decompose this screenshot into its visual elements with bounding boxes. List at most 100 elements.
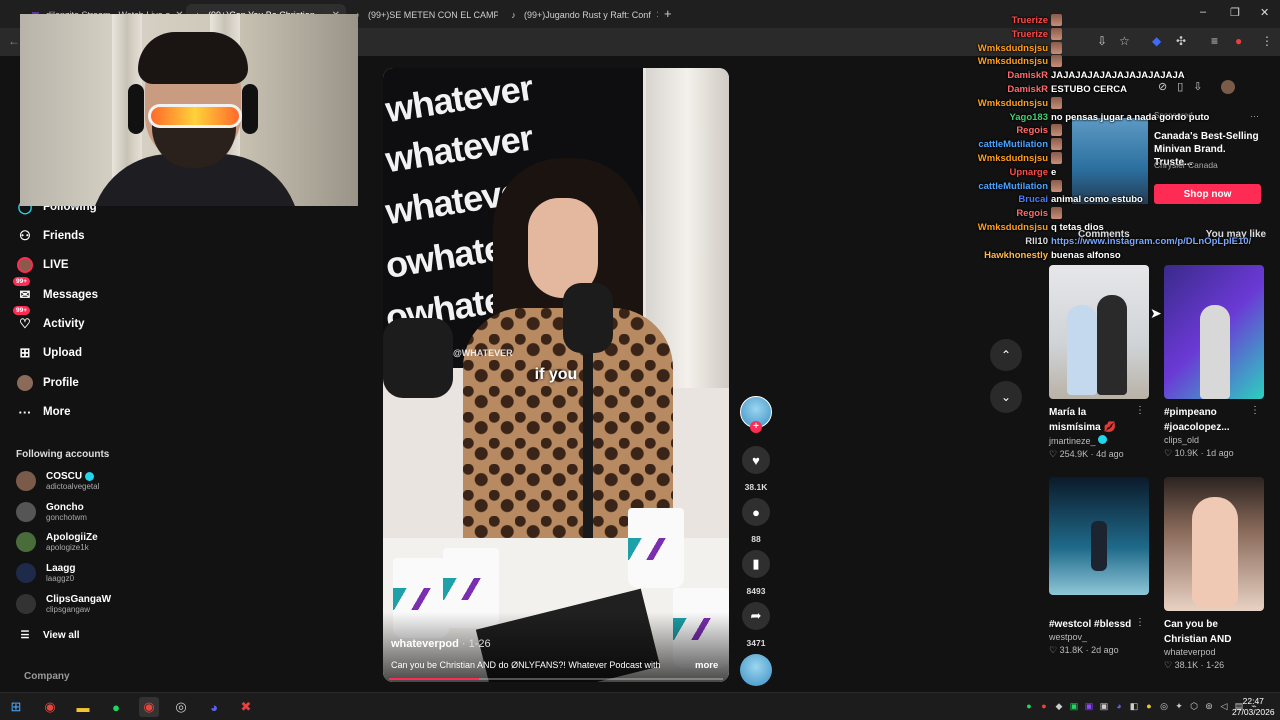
spotify-icon[interactable]: ● <box>106 697 126 717</box>
profile-avatar-icon[interactable]: ● <box>1235 34 1242 48</box>
progress-bar[interactable] <box>389 678 723 680</box>
video-thumbnail[interactable] <box>1049 265 1149 399</box>
file-explorer-icon[interactable]: ▬ <box>73 697 93 717</box>
tray-icon[interactable]: ▣ <box>1099 701 1109 711</box>
user-avatar-icon[interactable] <box>1220 80 1235 94</box>
chat-username[interactable]: Wmksdudnsjsu <box>960 55 1051 68</box>
ad-thumbnail[interactable] <box>1072 118 1148 204</box>
chat-username[interactable]: Truerize <box>960 28 1051 41</box>
chat-username[interactable]: Hawkhonestly <box>960 249 1051 262</box>
tray-icon[interactable]: ◧ <box>1129 701 1139 711</box>
wifi-icon[interactable]: ⊚ <box>1204 701 1214 711</box>
minimize-button[interactable]: – <box>1200 6 1206 18</box>
followed-account-clipsgangaw[interactable]: ClipsGangaW clipsgangaw <box>16 594 111 614</box>
follow-plus-icon[interactable]: + <box>750 421 762 433</box>
more-button[interactable]: more <box>695 660 718 671</box>
followed-account-apologiize[interactable]: ApologiiZe apologize1k <box>16 532 98 552</box>
chat-username[interactable]: cattleMutilation <box>960 138 1051 151</box>
chat-username[interactable]: cattleMutilation <box>960 180 1051 193</box>
bookmark-star-icon[interactable]: ☆ <box>1119 34 1130 48</box>
chrome-active-icon[interactable]: ◉ <box>139 697 159 717</box>
discord-icon[interactable]: ◕ <box>204 697 224 717</box>
extension-shield-icon[interactable]: ◆ <box>1152 34 1161 48</box>
volume-icon[interactable]: ◁ <box>1219 701 1229 711</box>
recommended-video-card[interactable]: #westcol #blessd ⋮ westpov_ ♡ 31.8K · 2d… <box>1049 477 1149 656</box>
chat-username[interactable]: Truerize <box>960 14 1051 27</box>
tray-icon[interactable]: ◆ <box>1054 701 1064 711</box>
followed-account-goncho[interactable]: Goncho gonchotwm <box>16 502 87 522</box>
chat-username[interactable]: Yago183 <box>960 111 1051 124</box>
card-options-icon[interactable]: ⋮ <box>1135 405 1145 416</box>
install-icon[interactable]: ⇩ <box>1097 34 1107 48</box>
sidebar-item-live[interactable]: LIVE <box>16 256 69 274</box>
spotify-tray-icon[interactable]: ● <box>1024 701 1034 711</box>
recommended-video-card[interactable]: #pimpeano #joacolopez... ⋮ clips_old ♡ 1… <box>1164 265 1264 459</box>
chat-username[interactable]: Regois <box>960 207 1051 220</box>
sidebar-item-upload[interactable]: ⊞ Upload <box>16 344 82 362</box>
view-all-button[interactable]: ☰ View all <box>16 626 80 644</box>
chat-username[interactable]: Brucai <box>960 193 1051 206</box>
tray-icon[interactable]: ● <box>1039 701 1049 711</box>
next-video-button[interactable]: ⌄ <box>990 381 1022 413</box>
save-button[interactable]: ▮ <box>742 550 770 578</box>
video-thumbnail[interactable] <box>1164 477 1264 611</box>
sidebar-item-friends[interactable]: ⚇ Friends <box>16 227 84 245</box>
video-player[interactable]: whatever whatever whatever owhatever owh… <box>383 68 729 682</box>
video-author[interactable]: whateverpod · 1-26 <box>391 638 491 650</box>
like-button[interactable]: ♥ <box>742 446 770 474</box>
chat-username[interactable]: Wmksdudnsjsu <box>960 152 1051 165</box>
chrome-icon[interactable]: ◉ <box>40 697 60 717</box>
extensions-puzzle-icon[interactable]: ✣ <box>1176 34 1186 48</box>
sidebar-item-activity[interactable]: ♡ 99+ Activity <box>13 306 85 333</box>
recommended-video-card[interactable]: María la mismísima 💋 ⋮ jmartineze_ ♡ 254… <box>1049 265 1149 460</box>
tray-icon[interactable]: ● <box>1144 701 1154 711</box>
close-window-button[interactable]: ✕ <box>1260 6 1269 19</box>
chat-username[interactable]: Rll10 <box>960 235 1051 248</box>
comment-button[interactable]: ● <box>742 498 770 526</box>
followed-account-laagg[interactable]: Laagg laaggz0 <box>16 563 75 583</box>
recommended-video-card[interactable]: Can you be Christian AND do... whateverp… <box>1164 477 1264 671</box>
new-tab-button[interactable]: + <box>664 6 672 21</box>
sidebar-item-profile[interactable]: Profile <box>16 374 79 392</box>
obs-icon[interactable]: ◎ <box>171 697 191 717</box>
sound-avatar[interactable] <box>740 654 772 686</box>
taskbar-clock[interactable]: 22:47 27/03/2026 <box>1232 696 1275 718</box>
previous-video-button[interactable]: ⌃ <box>990 339 1022 371</box>
tray-icon[interactable]: ▣ <box>1084 701 1094 711</box>
close-tab-icon[interactable]: ✕ <box>656 10 658 21</box>
chat-username[interactable]: DamiskR <box>960 83 1051 96</box>
video-thumbnail[interactable] <box>1049 477 1149 595</box>
chat-username[interactable]: Wmksdudnsjsu <box>960 42 1051 55</box>
chat-username[interactable]: Regois <box>960 124 1051 137</box>
tray-icon[interactable]: ◕ <box>1114 701 1124 711</box>
restore-button[interactable]: ❐ <box>1230 6 1240 19</box>
chat-username[interactable]: Wmksdudnsjsu <box>960 221 1051 234</box>
card-options-icon[interactable]: ⋮ <box>1250 405 1260 416</box>
back-icon[interactable]: ← <box>8 34 20 48</box>
card-title: Can you be Christian AND do... <box>1164 619 1232 645</box>
share-button[interactable]: ➦ <box>742 602 770 630</box>
ad-options-icon[interactable]: ··· <box>1250 111 1259 121</box>
card-options-icon[interactable]: ⋮ <box>1135 617 1145 628</box>
followed-account-coscu[interactable]: COSCU adictoalvegetal <box>16 471 99 491</box>
sidebar-item-messages[interactable]: ✉ 99+ Messages <box>13 277 98 304</box>
tab-tiktok-3[interactable]: ♪ (99+)Jugando Rust y Raft: Conf ✕ <box>502 4 658 26</box>
sidebar-item-more[interactable]: ··· More <box>16 403 71 421</box>
browser-menu-icon[interactable]: ⋮ <box>1261 34 1273 48</box>
video-thumbnail[interactable] <box>1164 265 1264 399</box>
download-icon[interactable]: ⇩ <box>1193 80 1202 94</box>
app-icon[interactable]: ✖ <box>236 697 256 717</box>
company-link[interactable]: Company <box>24 671 70 682</box>
tray-icon[interactable]: ◎ <box>1159 701 1169 711</box>
tab-tiktok-2[interactable]: ♪ (99+)SE METEN CON EL CAMPI ✕ <box>346 4 498 26</box>
comment-icon: ● <box>752 504 760 520</box>
chat-username[interactable]: Wmksdudnsjsu <box>960 97 1051 110</box>
shop-now-button[interactable]: Shop now <box>1154 184 1261 204</box>
start-menu-icon[interactable]: ⊞ <box>6 697 26 717</box>
media-control-icon[interactable]: ≡ <box>1211 34 1218 48</box>
tray-icon[interactable]: ⬡ <box>1189 701 1199 711</box>
chat-username[interactable]: DamiskR <box>960 69 1051 82</box>
tray-icon[interactable]: ▣ <box>1069 701 1079 711</box>
chat-username[interactable]: Upnarge <box>960 166 1051 179</box>
steam-icon[interactable]: ✦ <box>1174 701 1184 711</box>
